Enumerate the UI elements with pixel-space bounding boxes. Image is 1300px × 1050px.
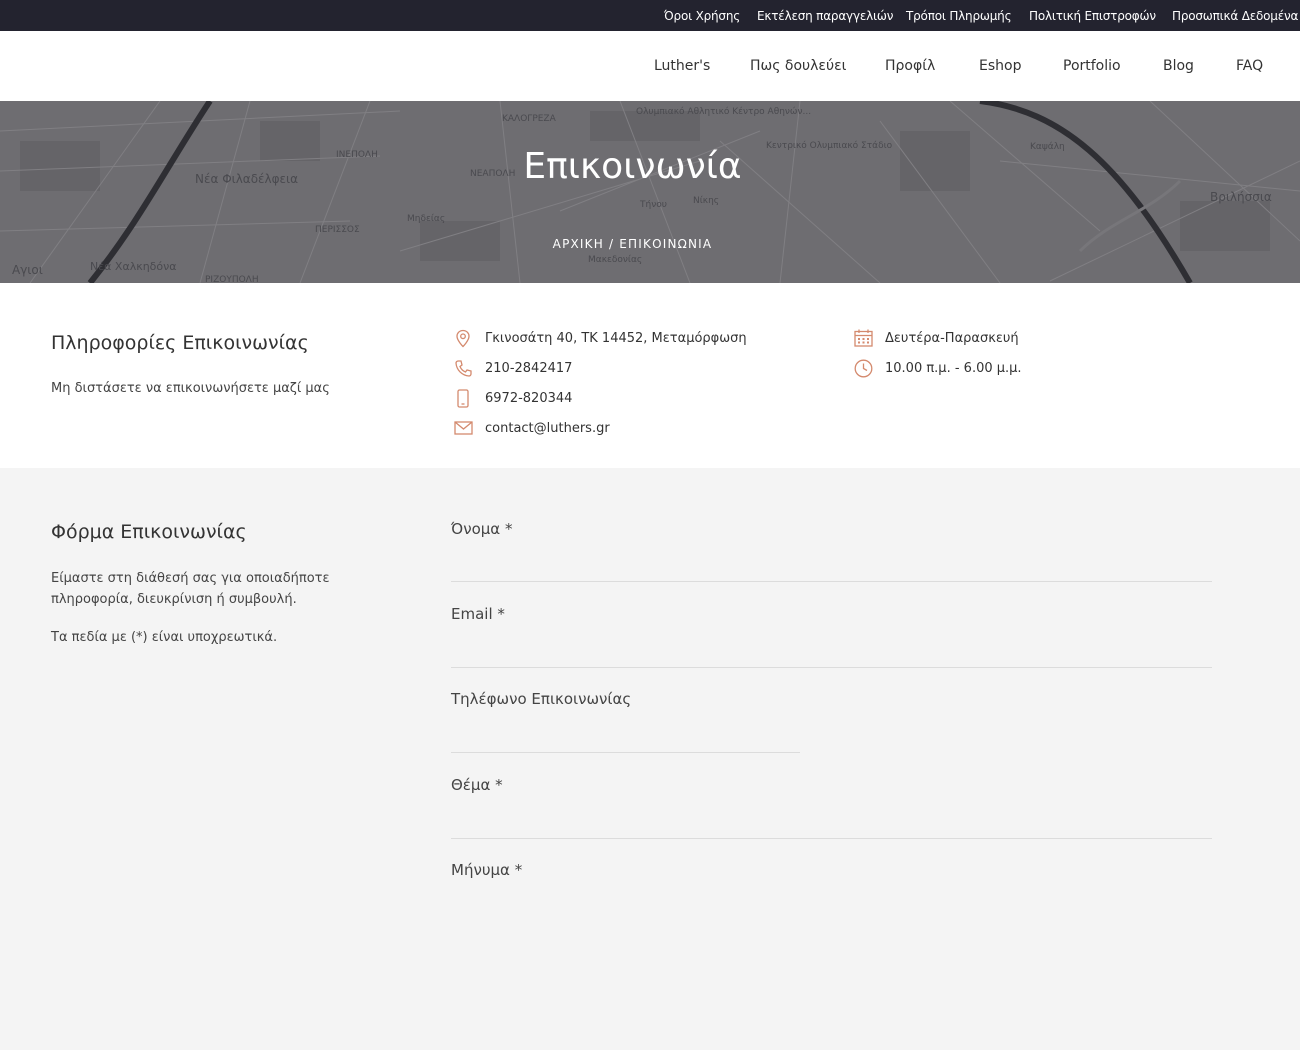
subject-underline bbox=[451, 838, 1212, 839]
top-link-orders[interactable]: Εκτέλεση παραγγελιών bbox=[757, 9, 893, 23]
map-label-tinou: Τήνου bbox=[639, 200, 667, 210]
map-label-nikis: Νίκης bbox=[693, 196, 719, 206]
top-bar: Όροι Χρήσης Εκτέλεση παραγγελιών Τρόποι … bbox=[0, 0, 1300, 31]
mobile-item: 6972-820344 bbox=[452, 388, 572, 408]
map-label-kalogreza: ΚΑΛΟΓΡΕΖΑ bbox=[502, 114, 557, 124]
email-label: Email * bbox=[451, 605, 505, 623]
message-field: Μήνυμα * bbox=[451, 861, 1211, 1029]
email-field: Email * bbox=[451, 605, 1212, 668]
nav-item-portfolio[interactable]: Portfolio bbox=[1063, 58, 1121, 74]
phone-underline bbox=[451, 752, 800, 753]
nav-item-eshop[interactable]: Eshop bbox=[979, 58, 1021, 74]
contact-form-title: Φόρμα Επικοινωνίας bbox=[51, 521, 247, 543]
nav-item-how-it-works[interactable]: Πως δουλεύει bbox=[750, 58, 846, 74]
page-hero: Νέα Φιλαδέλφεια Αγιοι Νέα Χαλκηδόνα ΙΝΕΠ… bbox=[0, 101, 1300, 283]
nav-item-luthers[interactable]: Luther's bbox=[654, 58, 710, 74]
nav-item-faq[interactable]: FAQ bbox=[1236, 58, 1263, 74]
mobile-phone-icon bbox=[452, 388, 474, 408]
main-header: Luther's Πως δουλεύει Προφίλ Eshop Portf… bbox=[0, 31, 1300, 101]
email-text[interactable]: contact@luthers.gr bbox=[485, 421, 610, 436]
location-pin-icon bbox=[452, 328, 474, 348]
contact-info-subtitle: Μη διστάσετε να επικοινωνήσετε μαζί μας bbox=[51, 381, 330, 396]
map-label-makedonias: Μακεδονίας bbox=[588, 255, 642, 265]
days-item: Δευτέρα-Παρασκευή bbox=[852, 328, 1019, 348]
clock-icon bbox=[852, 358, 874, 378]
map-label-agioi: Αγιοι bbox=[12, 263, 43, 277]
address-text: Γκινοσάτη 40, ΤΚ 14452, Μεταμόρφωση bbox=[485, 330, 747, 346]
email-input[interactable] bbox=[451, 633, 1211, 663]
breadcrumb-home[interactable]: ΑΡΧΙΚΗ bbox=[553, 237, 604, 251]
breadcrumb: ΑΡΧΙΚΗ / ΕΠΙΚΟΙΝΩΝΙΑ bbox=[0, 237, 1265, 251]
phone-item: 210-2842417 bbox=[452, 358, 572, 378]
calendar-icon bbox=[852, 328, 874, 348]
page-title: Επικοινωνία bbox=[523, 146, 742, 187]
contact-info-section: Πληροφορίες Επικοινωνίας Μη διστάσετε να… bbox=[0, 283, 1300, 468]
message-input[interactable] bbox=[451, 889, 1211, 1029]
name-underline bbox=[451, 581, 1212, 582]
top-link-terms[interactable]: Όροι Χρήσης bbox=[664, 9, 740, 23]
mobile-text[interactable]: 6972-820344 bbox=[485, 391, 572, 406]
breadcrumb-separator: / bbox=[608, 237, 615, 251]
phone-icon bbox=[452, 358, 474, 378]
top-link-privacy[interactable]: Προσωπικά Δεδομένα bbox=[1172, 9, 1298, 23]
days-text: Δευτέρα-Παρασκευή bbox=[885, 330, 1019, 346]
message-label: Μήνυμα * bbox=[451, 861, 523, 879]
nav-item-blog[interactable]: Blog bbox=[1163, 58, 1194, 74]
phone-input[interactable] bbox=[451, 718, 799, 748]
breadcrumb-current: ΕΠΙΚΟΙΝΩΝΙΑ bbox=[619, 237, 713, 251]
name-label: Όνομα * bbox=[451, 520, 513, 538]
phone-text[interactable]: 210-2842417 bbox=[485, 361, 572, 376]
map-background: Νέα Φιλαδέλφεια Αγιοι Νέα Χαλκηδόνα ΙΝΕΠ… bbox=[0, 101, 1300, 283]
address-item: Γκινοσάτη 40, ΤΚ 14452, Μεταμόρφωση bbox=[452, 328, 747, 348]
contact-form-section: Φόρμα Επικοινωνίας Είμαστε στη διάθεσή σ… bbox=[0, 468, 1300, 1050]
phone-field: Τηλέφωνο Επικοινωνίας bbox=[451, 690, 800, 753]
name-field: Όνομα * bbox=[451, 520, 1212, 582]
contact-form-description: Είμαστε στη διάθεσή σας για οποιαδήποτε … bbox=[51, 571, 330, 607]
top-link-returns[interactable]: Πολιτική Επιστροφών bbox=[1029, 9, 1156, 23]
map-label-mideias: Μηδείας bbox=[407, 214, 445, 224]
subject-input[interactable] bbox=[451, 804, 1211, 834]
map-label-vrilissia: Βριλήσσια bbox=[1210, 190, 1272, 204]
map-label-rizoupoli: ΡΙΖΟΥΠΟΛΗ bbox=[205, 275, 259, 283]
email-item: contact@luthers.gr bbox=[452, 418, 610, 438]
envelope-icon bbox=[452, 418, 474, 438]
contact-info-title: Πληροφορίες Επικοινωνίας bbox=[51, 332, 309, 354]
email-underline bbox=[451, 667, 1212, 668]
subject-field: Θέμα * bbox=[451, 776, 1212, 839]
map-label-perissos: ΠΕΡΙΣΣΟΣ bbox=[315, 225, 360, 235]
hours-item: 10.00 π.μ. - 6.00 μ.μ. bbox=[852, 358, 1022, 378]
hours-text: 10.00 π.μ. - 6.00 μ.μ. bbox=[885, 360, 1022, 376]
top-link-payment[interactable]: Τρόποι Πληρωμής bbox=[906, 9, 1012, 23]
subject-label: Θέμα * bbox=[451, 776, 503, 794]
nav-item-profile[interactable]: Προφίλ bbox=[885, 58, 935, 74]
name-input[interactable] bbox=[451, 548, 1211, 578]
phone-label: Τηλέφωνο Επικοινωνίας bbox=[451, 690, 632, 708]
map-label-nea-chalkidona: Νέα Χαλκηδόνα bbox=[90, 260, 177, 273]
map-label-oaka: Ολυμπιακό Αθλητικό Κέντρο Αθηνών... bbox=[636, 106, 811, 117]
required-fields-note: Τα πεδία με (*) είναι υποχρεωτικά. bbox=[51, 630, 278, 645]
